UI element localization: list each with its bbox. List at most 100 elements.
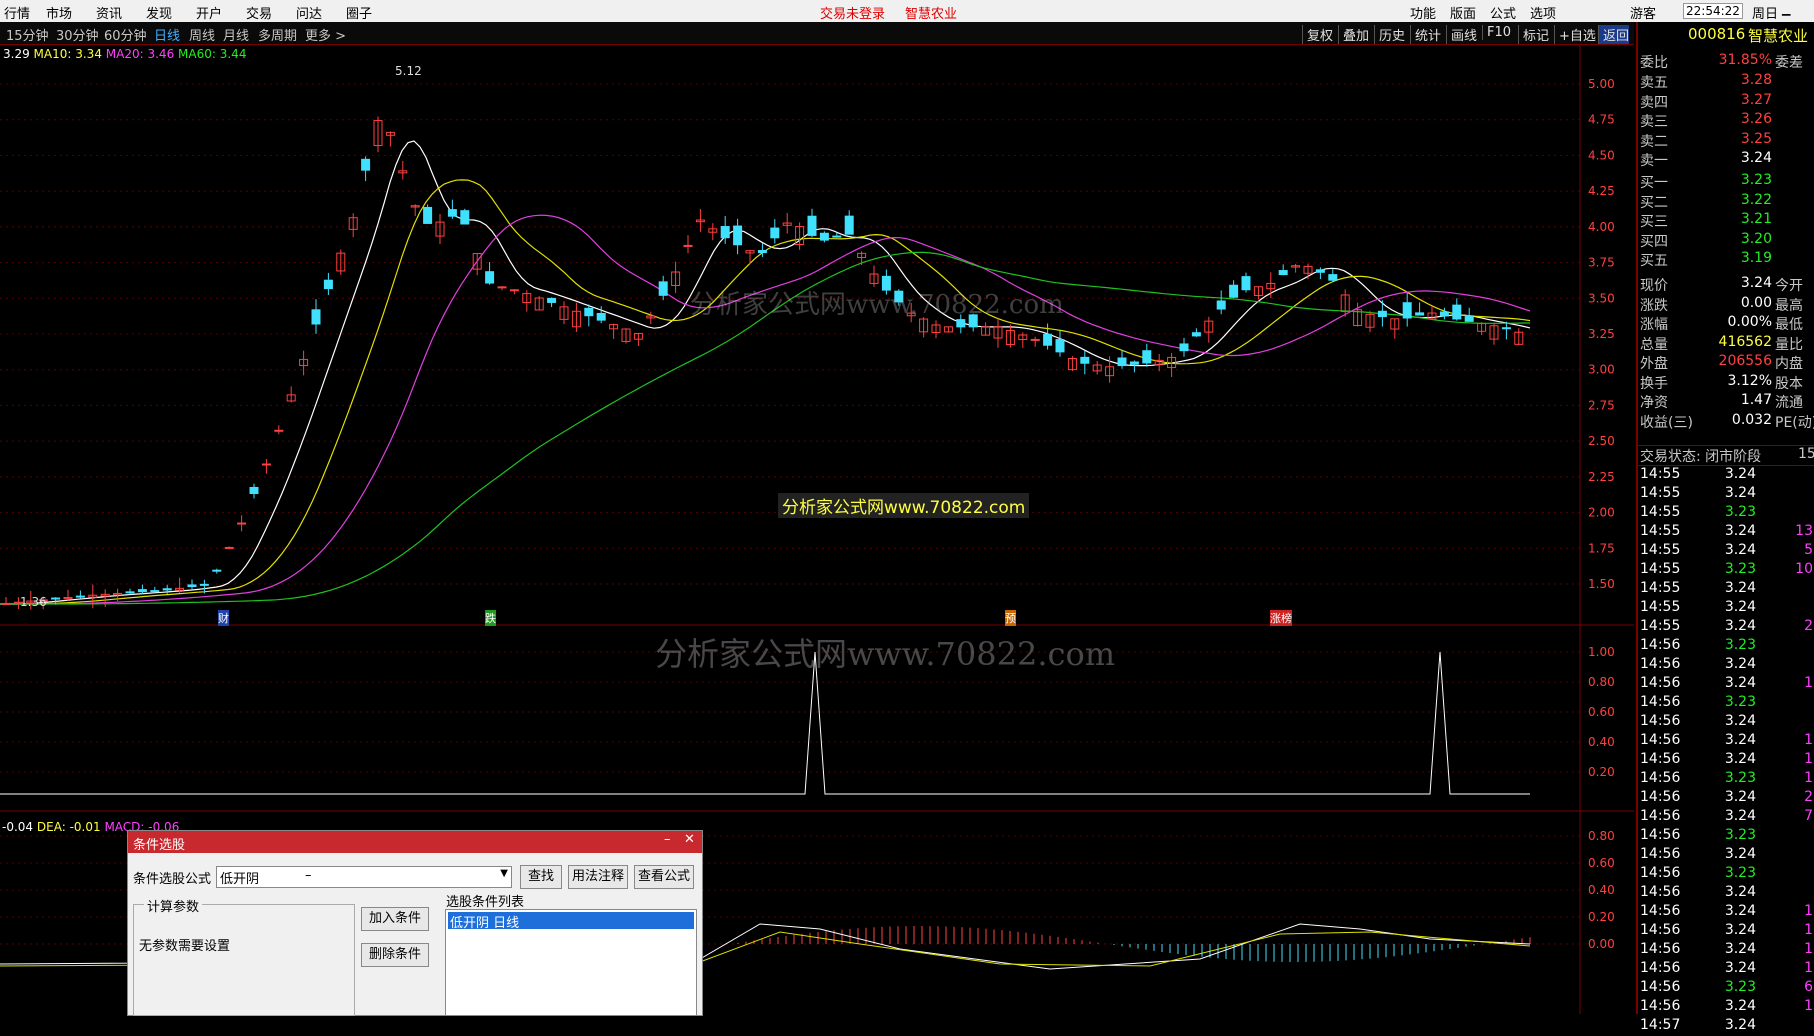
sell-row: 卖三 3.26 xyxy=(1638,111,1814,130)
stat-row: 收益(三) 0.032 PE(动) xyxy=(1638,412,1814,431)
candle-body xyxy=(1278,270,1288,276)
event-tag-drop[interactable]: 跌 xyxy=(485,610,496,626)
params-group: 计算参数 无参数需要设置 xyxy=(133,896,355,1016)
tf-15min[interactable]: 15分钟 xyxy=(6,25,49,44)
candle-body xyxy=(596,312,606,321)
tick-row: 14:55 3.23 10 xyxy=(1638,561,1814,580)
tick-row: 14:55 3.24 13 xyxy=(1638,523,1814,542)
row-value: 3.27 xyxy=(1740,91,1772,108)
menu-open-account[interactable]: 开户 xyxy=(196,3,222,22)
tick-price: 3.23 xyxy=(1724,979,1756,995)
menu-circle[interactable]: 圈子 xyxy=(346,3,372,22)
usage-button[interactable]: 用法注释 xyxy=(568,865,628,889)
btn-stats[interactable]: 统计 xyxy=(1410,25,1441,44)
tf-multi[interactable]: 多周期 xyxy=(258,25,297,44)
window-minimize-icon[interactable]: ▁ xyxy=(1782,3,1790,16)
delete-condition-button[interactable]: 删除条件 xyxy=(361,943,429,967)
chevron-down-icon[interactable]: ▼ xyxy=(500,868,508,879)
tick-vol: 7 xyxy=(1804,808,1813,824)
tick-price: 3.24 xyxy=(1724,1017,1756,1033)
candle-body xyxy=(1229,284,1239,298)
tf-more[interactable]: 更多 > xyxy=(305,25,346,44)
menu-trade[interactable]: 交易 xyxy=(246,3,272,22)
condition-list[interactable]: 低开阴 日线 xyxy=(445,909,697,1016)
tick-row: 14:56 3.23 xyxy=(1638,865,1814,884)
row-label: 涨幅 xyxy=(1640,317,1668,333)
menu-ask[interactable]: 问达 xyxy=(296,3,322,22)
btn-history[interactable]: 历史 xyxy=(1374,25,1405,44)
tf-30min[interactable]: 30分钟 xyxy=(56,25,99,44)
candle-body xyxy=(1129,361,1139,365)
menu-formula[interactable]: 公式 xyxy=(1490,3,1516,22)
tick-row: 14:55 3.24 xyxy=(1638,580,1814,599)
condition-list-item[interactable]: 低开阴 日线 xyxy=(448,912,694,931)
event-tag-forecast[interactable]: 预 xyxy=(1005,610,1016,626)
tick-price: 3.24 xyxy=(1724,998,1756,1014)
menu-function[interactable]: 功能 xyxy=(1410,3,1436,22)
menu-discover[interactable]: 发现 xyxy=(146,3,172,22)
row-value: 0.00 xyxy=(1740,294,1772,311)
btn-back[interactable]: 返回 xyxy=(1598,25,1630,44)
macd-dea: DEA: -0.01 xyxy=(36,820,101,834)
tf-60min[interactable]: 60分钟 xyxy=(104,25,147,44)
event-tag-finance[interactable]: 财 xyxy=(218,610,229,626)
row-label: 净资 xyxy=(1640,395,1668,411)
tf-daily[interactable]: 日线 xyxy=(154,25,180,44)
price-tick-label: 4.25 xyxy=(1588,184,1615,198)
btn-f10[interactable]: F10 xyxy=(1482,25,1511,40)
btn-add-watch[interactable]: +自选 xyxy=(1554,25,1596,44)
row-label: 卖一 xyxy=(1640,153,1668,169)
row-value: 3.19 xyxy=(1740,250,1772,266)
high-mark: 5.12 xyxy=(395,64,422,78)
close-icon[interactable]: ✕ xyxy=(684,832,695,847)
watermark-center: 分析家公式网www.70822.com xyxy=(778,493,1030,518)
login-status[interactable]: 交易未登录 xyxy=(820,3,885,22)
candle-body xyxy=(733,225,743,246)
panel-header: 000816 智慧农业 xyxy=(1638,25,1814,47)
view-formula-button[interactable]: 查看公式 xyxy=(634,865,694,889)
btn-overlay[interactable]: 叠加 xyxy=(1338,25,1369,44)
candle-body xyxy=(1452,304,1462,320)
tick-time: 14:56 xyxy=(1640,941,1681,957)
menu-market[interactable]: 市场 xyxy=(46,3,72,22)
tick-time: 14:56 xyxy=(1640,998,1681,1014)
price-tick-label: 3.25 xyxy=(1588,327,1615,341)
menu-layout[interactable]: 版面 xyxy=(1450,3,1476,22)
add-condition-button[interactable]: 加入条件 xyxy=(361,907,429,931)
candle-body xyxy=(683,244,693,247)
menu-quotes[interactable]: 行情 xyxy=(4,3,30,22)
price-tick-label: 2.00 xyxy=(1588,506,1615,520)
tick-time: 14:56 xyxy=(1640,694,1681,710)
tick-row: 14:56 3.23 xyxy=(1638,637,1814,656)
user-label[interactable]: 游客 xyxy=(1630,3,1656,22)
tick-vol: 1 xyxy=(1804,675,1813,691)
tick-time: 14:56 xyxy=(1640,751,1681,767)
candle-body xyxy=(844,215,854,235)
tick-price: 3.24 xyxy=(1724,846,1756,862)
find-button[interactable]: 查找 xyxy=(520,865,562,889)
tick-price: 3.23 xyxy=(1724,561,1756,577)
row-extra: PE(动) xyxy=(1775,414,1814,431)
minimize-icon[interactable]: – xyxy=(664,832,671,847)
tf-weekly[interactable]: 周线 xyxy=(189,25,215,44)
price-tick-label: 3.00 xyxy=(1588,363,1615,377)
macd-tick-label: 0.00 xyxy=(1588,937,1615,951)
row-value: 3.26 xyxy=(1740,111,1772,127)
btn-mark[interactable]: 标记 xyxy=(1518,25,1549,44)
event-tag-rise-list[interactable]: 涨榜 xyxy=(1270,610,1292,626)
btn-draw[interactable]: 画线 xyxy=(1446,25,1477,44)
tick-price: 3.24 xyxy=(1724,732,1756,748)
formula-select[interactable]: 低开阴 – ▼ xyxy=(216,866,512,888)
tick-vol: 1 xyxy=(1804,960,1813,976)
tick-price: 3.23 xyxy=(1724,770,1756,786)
tf-monthly[interactable]: 月线 xyxy=(223,25,249,44)
btn-adjust[interactable]: 复权 xyxy=(1302,25,1333,44)
tick-vol: 1 xyxy=(1804,903,1813,919)
tick-price: 3.24 xyxy=(1724,922,1756,938)
tick-price: 3.23 xyxy=(1724,827,1756,843)
menu-options[interactable]: 选项 xyxy=(1530,3,1556,22)
tick-price: 3.23 xyxy=(1724,865,1756,881)
ma10-line xyxy=(0,140,1531,605)
row-value: 0.032 xyxy=(1731,411,1772,428)
menu-news[interactable]: 资讯 xyxy=(96,3,122,22)
